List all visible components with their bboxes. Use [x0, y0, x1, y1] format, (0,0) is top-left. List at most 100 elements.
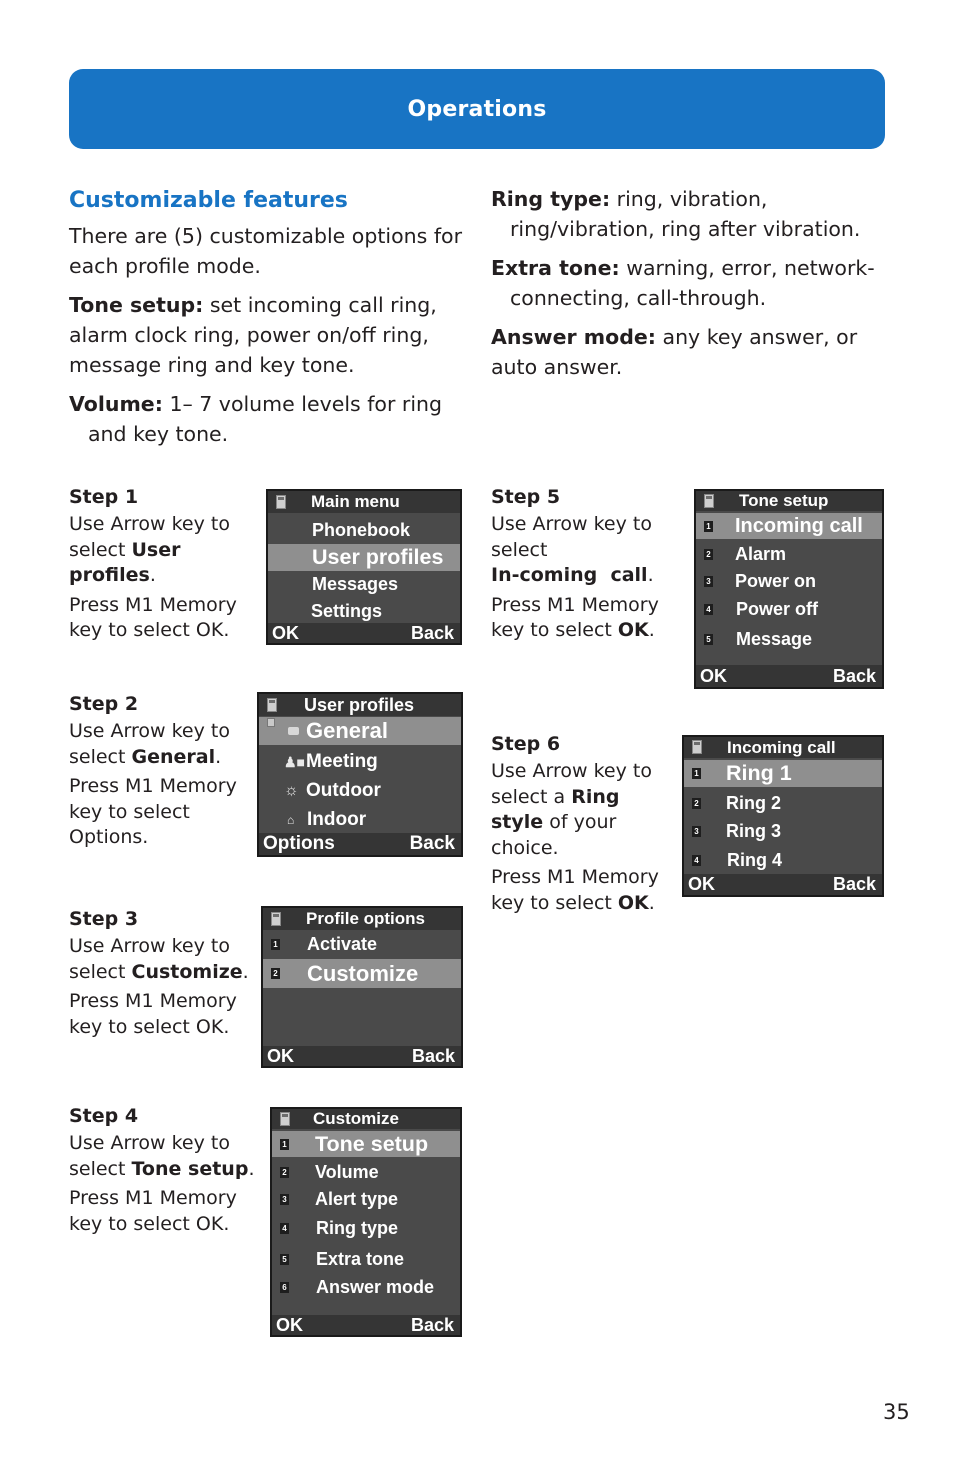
step-text: .	[647, 564, 654, 586]
softkey-ok[interactable]: OK	[700, 665, 727, 687]
menu-item-settings[interactable]: Settings	[268, 598, 460, 624]
feature-tone-setup: Tone setup: set incoming call ring, alar…	[69, 290, 469, 380]
ring-item-2[interactable]: 2 Ring 2	[684, 790, 882, 816]
step-text: .	[149, 564, 156, 586]
step-target: Tone setup	[131, 1157, 249, 1180]
step-title: Step 6	[491, 733, 561, 755]
step-title: Step 2	[69, 693, 139, 715]
option-item-label: Activate	[307, 933, 378, 954]
softkey-bar: Options Back	[259, 833, 461, 855]
screen-customize: Customize 1 Tone setup 2 Volume 3 Alert …	[270, 1107, 462, 1337]
profile-item-outdoor[interactable]: ☼ Outdoor	[259, 778, 461, 804]
tone-item-message[interactable]: 5 Message	[696, 626, 882, 652]
house-icon: ⌂	[287, 813, 295, 827]
softkey-bar: OK Back	[684, 874, 882, 895]
tone-item-alarm[interactable]: 2 Alarm	[696, 541, 882, 567]
intro-left-column: Customizable features There are (5) cust…	[69, 184, 469, 458]
step-instruction: Use Arrow key to select User profiles.	[69, 512, 247, 589]
softkey-back[interactable]: Back	[833, 665, 876, 687]
step-instruction: Use Arrow key to select a Ring style of …	[491, 759, 675, 861]
profile-item-label: General	[306, 718, 388, 743]
step-press: Press M1 Memory key to select OK.	[491, 593, 663, 644]
profile-item-general[interactable]: General	[259, 717, 461, 745]
tone-item-label: Alarm	[735, 543, 787, 564]
softkey-bar: OK Back	[272, 1315, 460, 1335]
step-text: OK.	[195, 619, 230, 641]
tone-item-incoming-call[interactable]: 1 Incoming call	[696, 513, 882, 539]
option-item-customize[interactable]: 2 Customize	[263, 959, 461, 988]
customize-item-ring-type[interactable]: 4 Ring type	[272, 1215, 460, 1241]
item-number: 1	[692, 768, 701, 779]
softkey-back[interactable]: Back	[412, 1046, 455, 1066]
tone-item-power-off[interactable]: 4 Power off	[696, 596, 882, 622]
tone-item-label: Message	[736, 628, 813, 649]
customize-item-extra-tone[interactable]: 5 Extra tone	[272, 1246, 460, 1272]
step-text: .	[648, 891, 655, 914]
softkey-ok[interactable]: OK	[688, 874, 715, 895]
item-number: 1	[704, 521, 713, 532]
menu-item-label: Settings	[311, 600, 383, 621]
step-5: Step 5 Use Arrow key to select In-coming…	[491, 484, 663, 648]
item-number: 2	[271, 968, 280, 979]
meeting-profile-icon: ♟■	[284, 753, 306, 770]
softkey-ok[interactable]: OK	[276, 1315, 303, 1335]
screen-tone-setup: Tone setup 1 Incoming call 2 Alarm 3 Pow…	[694, 489, 884, 689]
item-number: 2	[692, 798, 701, 809]
customize-item-volume[interactable]: 2 Volume	[272, 1159, 460, 1185]
ring-item-4[interactable]: 4 Ring 4	[684, 847, 882, 873]
step-press: Press M1 Memory key to select OK.	[69, 1186, 265, 1237]
profile-item-indoor[interactable]: ⌂ Indoor	[259, 807, 461, 833]
step-target: General	[131, 745, 216, 768]
step-1: Step 1 Use Arrow key to select User prof…	[69, 484, 247, 648]
item-number: 4	[704, 604, 713, 615]
softkey-ok[interactable]: OK	[272, 623, 299, 643]
item-number: 3	[280, 1194, 289, 1205]
profile-item-label: Indoor	[307, 809, 367, 830]
customize-item-label: Ring type	[316, 1217, 399, 1238]
customize-item-alert-type[interactable]: 3 Alert type	[272, 1186, 460, 1212]
step-text: OK.	[195, 1015, 230, 1038]
section-title: Customizable features	[69, 188, 348, 213]
step-target: In-coming call	[491, 564, 648, 586]
softkey-ok[interactable]: OK	[267, 1046, 294, 1066]
step-3: Step 3 Use Arrow key to select Customize…	[69, 906, 255, 1044]
feature-answer-mode: Answer mode: any key answer, or auto ans…	[491, 322, 891, 382]
menu-item-phonebook[interactable]: Phonebook	[268, 517, 460, 543]
tone-item-label: Power on	[735, 570, 817, 591]
softkey-back[interactable]: Back	[411, 1315, 454, 1335]
intro-right-column: Ring type: ring, vibration, ring/vibrati…	[491, 184, 891, 391]
ring-item-label: Ring 1	[726, 761, 792, 785]
ring-item-3[interactable]: 3 Ring 3	[684, 818, 882, 844]
intro-lead: There are (5) customizable options for e…	[69, 224, 463, 278]
battery-icon	[704, 494, 714, 508]
option-item-activate[interactable]: 1 Activate	[263, 930, 461, 958]
screen-profile-options: Profile options 1 Activate 2 Customize O…	[261, 906, 463, 1068]
screen-header: Tone setup	[696, 491, 882, 511]
softkey-back[interactable]: Back	[411, 623, 454, 643]
step-key: OK	[617, 619, 649, 641]
step-instruction: Use Arrow key to select Tone setup.	[69, 1131, 265, 1182]
menu-item-messages[interactable]: Messages	[268, 571, 460, 598]
item-number: 3	[692, 826, 701, 837]
customize-item-tone-setup[interactable]: 1 Tone setup	[272, 1131, 460, 1157]
menu-item-label: Phonebook	[312, 519, 410, 540]
softkey-back[interactable]: Back	[410, 833, 455, 855]
general-profile-icon	[288, 727, 299, 735]
step-instruction: Use Arrow key to select In-coming call.	[491, 512, 663, 589]
softkey-options[interactable]: Options	[263, 833, 335, 855]
menu-item-label: User profiles	[312, 545, 444, 569]
menu-item-user-profiles[interactable]: User profiles	[268, 544, 460, 571]
step-text: OK.	[195, 1212, 230, 1235]
customize-item-answer-mode[interactable]: 6 Answer mode	[272, 1274, 460, 1300]
tone-item-power-on[interactable]: 3 Power on	[696, 568, 882, 594]
profile-item-meeting[interactable]: ♟■ Meeting	[259, 749, 461, 775]
item-number: 1	[280, 1139, 289, 1150]
ring-item-1[interactable]: 1 Ring 1	[684, 760, 882, 787]
softkey-back[interactable]: Back	[833, 874, 876, 895]
step-text: .	[242, 960, 249, 983]
screen-title: Incoming call	[727, 738, 836, 757]
item-number: 4	[280, 1223, 289, 1234]
profile-item-label: Meeting	[306, 751, 378, 772]
item-number: 6	[280, 1282, 289, 1293]
item-number: 1	[271, 939, 280, 950]
